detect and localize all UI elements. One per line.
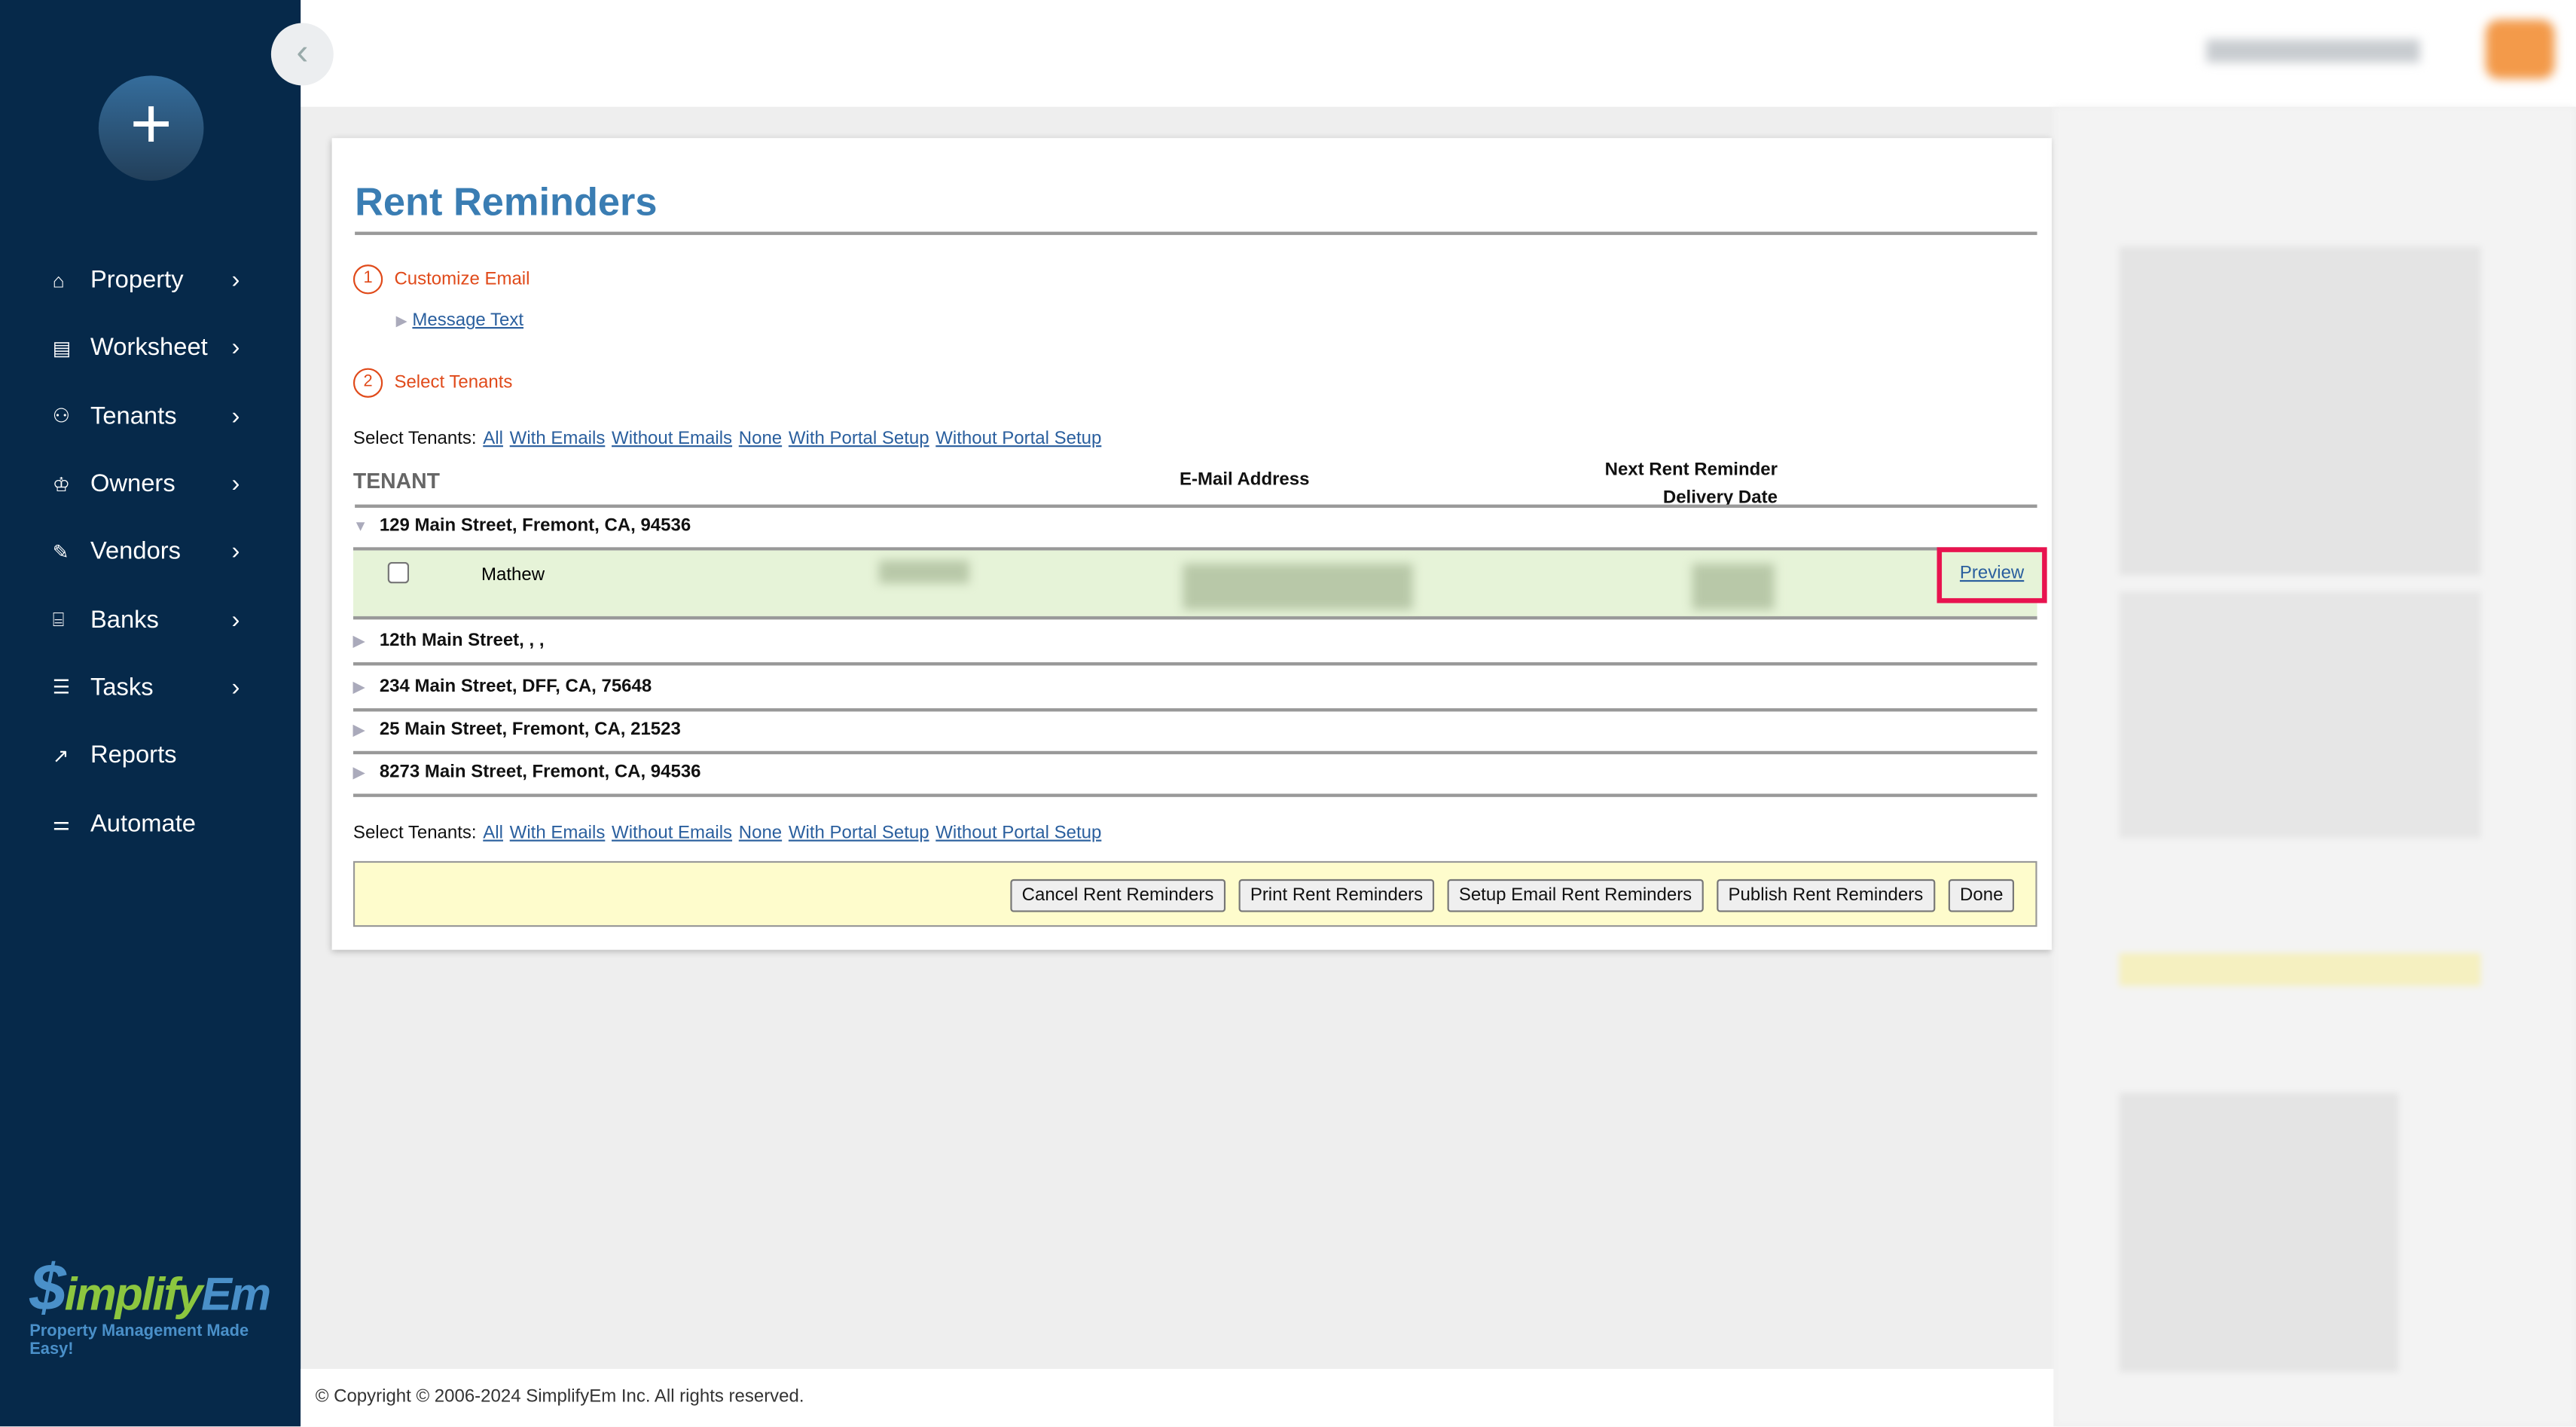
footer: © Copyright © 2006-2024 SimplifyEm Inc. … xyxy=(301,1368,2054,1427)
property-row[interactable]: ▶ 8273 Main Street, Fremont, CA, 94536 xyxy=(353,754,2037,797)
select-none-link[interactable]: None xyxy=(739,824,782,843)
tenant-name: Mathew xyxy=(481,565,545,585)
select-with-emails-link[interactable]: With Emails xyxy=(510,429,606,448)
avatar[interactable] xyxy=(2486,20,2555,79)
sliders-icon: ⚌ xyxy=(52,811,71,836)
crown-icon: ♔ xyxy=(52,472,71,496)
add-button[interactable]: + xyxy=(98,75,204,181)
top-bar xyxy=(301,0,2576,107)
chevron-right-icon: › xyxy=(231,537,240,567)
property-row[interactable]: ▶ 25 Main Street, Fremont, CA, 21523 xyxy=(353,711,2037,755)
setup-email-rent-reminders-button[interactable]: Setup Email Rent Reminders xyxy=(1447,879,1704,912)
sidebar-item-banks[interactable]: ⌸ Banks › xyxy=(53,586,267,654)
step-customize-email: 1 Customize Email xyxy=(353,264,530,295)
wrench-icon: ✎ xyxy=(52,540,69,564)
step-select-tenants: 2 Select Tenants xyxy=(353,368,512,398)
chevron-right-icon: › xyxy=(231,469,240,498)
select-without-portal-setup-link[interactable]: Without Portal Setup xyxy=(935,824,1101,843)
action-bar: Cancel Rent Reminders Print Rent Reminde… xyxy=(353,860,2037,927)
chevron-right-icon: › xyxy=(231,402,240,430)
tenant-checkbox[interactable] xyxy=(387,561,410,584)
header-email: E-Mail Address xyxy=(1180,469,1310,490)
chevron-right-icon: › xyxy=(231,266,240,295)
chart-icon: ↗ xyxy=(52,744,69,767)
select-without-emails-link[interactable]: Without Emails xyxy=(612,429,732,448)
page-title: Rent Reminders xyxy=(355,180,658,225)
chevron-right-icon: › xyxy=(231,674,240,702)
select-without-emails-link[interactable]: Without Emails xyxy=(612,824,732,843)
publish-rent-reminders-button[interactable]: Publish Rent Reminders xyxy=(1717,879,1935,912)
redacted-date xyxy=(1692,564,1775,610)
property-row[interactable]: ▶ 234 Main Street, DFF, CA, 75648 xyxy=(353,669,2037,712)
home-icon: ⌂ xyxy=(52,268,65,292)
tasks-icon: ☰ xyxy=(52,676,71,699)
select-with-portal-setup-link[interactable]: With Portal Setup xyxy=(789,429,929,448)
message-text-link[interactable]: Message Text xyxy=(412,310,523,330)
select-with-emails-link[interactable]: With Emails xyxy=(510,824,606,843)
sidebar-item-automate[interactable]: ⚌ Automate xyxy=(53,790,267,857)
rent-reminders-card: Rent Reminders 1 Customize Email ▶ Messag… xyxy=(331,138,2053,950)
sidebar-item-worksheet[interactable]: ▤ Worksheet › xyxy=(53,314,267,382)
select-all-link[interactable]: All xyxy=(483,429,503,448)
sidebar-item-reports[interactable]: ↗ Reports xyxy=(53,722,267,790)
redacted-value xyxy=(878,560,969,584)
redacted-email xyxy=(1183,564,1413,610)
user-email-blurred[interactable] xyxy=(2206,39,2420,63)
users-icon: ⚇ xyxy=(52,405,71,428)
sidebar-item-owners[interactable]: ♔ Owners › xyxy=(53,450,267,518)
select-tenants-bottom: Select Tenants: All With Emails Without Ema… xyxy=(353,823,1102,843)
preview-link[interactable]: Preview xyxy=(1960,564,2024,583)
property-row[interactable]: ▼ 129 Main Street, Fremont, CA, 94536 xyxy=(353,516,2037,551)
select-without-portal-setup-link[interactable]: Without Portal Setup xyxy=(935,429,1101,448)
sidebar-item-vendors[interactable]: ✎ Vendors › xyxy=(53,518,267,585)
cancel-rent-reminders-button[interactable]: Cancel Rent Reminders xyxy=(1010,879,1225,912)
chevron-right-icon: › xyxy=(231,334,240,362)
collapse-sidebar-button[interactable]: ‹ xyxy=(270,23,334,86)
tenant-row: Mathew Preview xyxy=(353,547,2047,620)
done-button[interactable]: Done xyxy=(1948,879,2015,912)
chevron-right-icon: › xyxy=(231,606,240,634)
print-rent-reminders-button[interactable]: Print Rent Reminders xyxy=(1238,879,1435,912)
sidebar-item-tasks[interactable]: ☰ Tasks › xyxy=(53,654,267,722)
sidebar: + ⌂ Property › ▤ Worksheet › ⚇ Tenants › ♔ Owners ›… xyxy=(0,0,301,1427)
preview-highlight: Preview xyxy=(1937,547,2047,603)
select-tenants-top: Select Tenants: All With Emails Without Ema… xyxy=(353,429,1102,449)
simplifyem-logo: $implifyEm Property Management Made Easy… xyxy=(29,1251,271,1359)
sidebar-item-property[interactable]: ⌂ Property › xyxy=(53,246,267,314)
table-icon: ▤ xyxy=(52,336,72,360)
select-with-portal-setup-link[interactable]: With Portal Setup xyxy=(789,824,929,843)
sidebar-item-tenants[interactable]: ⚇ Tenants › xyxy=(53,382,267,450)
header-tenant: TENANT xyxy=(353,468,440,493)
expand-icon: ▶ xyxy=(395,312,407,329)
select-all-link[interactable]: All xyxy=(483,824,503,843)
property-row[interactable]: ▶ 12th Main Street, , , xyxy=(353,626,2037,666)
select-none-link[interactable]: None xyxy=(739,429,782,448)
bank-icon: ⌸ xyxy=(52,607,65,631)
blurred-side-panel xyxy=(2053,106,2576,1427)
